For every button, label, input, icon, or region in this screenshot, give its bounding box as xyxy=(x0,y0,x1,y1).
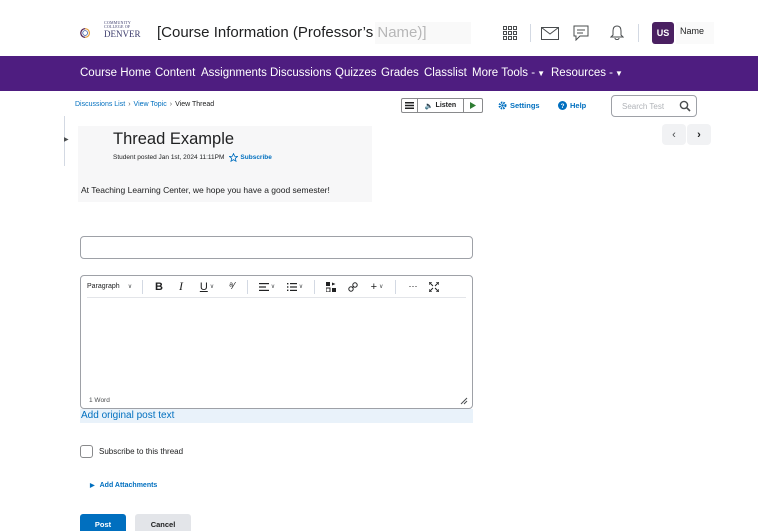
toolbar-divider xyxy=(395,279,396,294)
star-icon xyxy=(229,153,239,162)
subscribe-checkbox[interactable] xyxy=(80,445,93,458)
nav-more-tools-label: More Tools - xyxy=(472,67,536,79)
align-icon[interactable]: ∨ xyxy=(253,276,281,298)
toolbar-divider xyxy=(314,279,315,294)
previous-thread-button[interactable]: ‹ xyxy=(662,124,686,145)
header-divider xyxy=(638,24,639,42)
cancel-button[interactable]: Cancel xyxy=(135,514,191,531)
search-icon[interactable] xyxy=(679,100,691,112)
mail-icon[interactable] xyxy=(539,22,561,44)
editor-toolbar: Paragraph ∨ B I U ∨ ᵃ⁄ ∨ ∨ + ∨ ⋯ xyxy=(87,276,466,298)
thread-pager: ‹ › xyxy=(661,124,711,145)
chevron-down-icon: ∨ xyxy=(127,284,133,290)
thread-title: Thread Example xyxy=(113,130,235,148)
thread-author-date: Student posted Jan 1st, 2024 11:11PM xyxy=(113,154,225,161)
thread-meta: Student posted Jan 1st, 2024 11:11PM Sub… xyxy=(113,153,272,162)
nav-content[interactable]: Content xyxy=(155,67,195,79)
editor-hint: Add original post text xyxy=(80,409,473,423)
nav-discussions[interactable]: Discussions xyxy=(270,67,331,79)
breadcrumb: Discussions List › View Topic › View Thread xyxy=(75,101,214,108)
help-label: Help xyxy=(570,101,587,110)
link-icon[interactable] xyxy=(342,276,364,298)
post-button[interactable]: Post xyxy=(80,514,126,531)
subscribe-label: Subscribe xyxy=(240,154,272,161)
nav-course-home[interactable]: Course Home xyxy=(80,67,151,79)
bell-icon[interactable] xyxy=(606,22,628,44)
more-options-icon[interactable]: ⋯ xyxy=(401,276,425,298)
help-link[interactable]: ? Help xyxy=(558,101,586,110)
rich-text-editor[interactable]: Paragraph ∨ B I U ∨ ᵃ⁄ ∨ ∨ + ∨ ⋯ 1 Word xyxy=(80,275,473,409)
header-divider xyxy=(530,24,531,42)
menu-icon[interactable] xyxy=(402,99,418,112)
svg-text:?: ? xyxy=(561,103,565,110)
nav-resources[interactable]: Resources - ▼ xyxy=(551,67,623,79)
subscribe-link[interactable]: Subscribe xyxy=(229,153,272,162)
chevron-right-icon: › xyxy=(128,101,131,108)
user-avatar[interactable]: US xyxy=(652,22,674,44)
search-box[interactable]: Search Test xyxy=(611,95,697,117)
expand-panel-icon[interactable]: ▶ xyxy=(64,136,69,143)
text-color-icon[interactable]: ᵃ⁄ xyxy=(222,276,242,298)
grid-icon[interactable] xyxy=(499,22,521,44)
resize-handle-icon[interactable] xyxy=(460,397,468,405)
chevron-down-icon: ∨ xyxy=(298,284,304,290)
chevron-down-icon: ▼ xyxy=(537,69,545,78)
search-input[interactable]: Search Test xyxy=(622,102,664,111)
list-icon[interactable]: ∨ xyxy=(281,276,309,298)
user-name[interactable]: Name xyxy=(680,26,704,36)
nav-more-tools[interactable]: More Tools - ▼ xyxy=(472,67,545,79)
nav-assignments[interactable]: Assignments xyxy=(201,67,267,79)
breadcrumb-current: View Thread xyxy=(175,101,215,108)
chevron-right-icon: › xyxy=(169,101,173,108)
college-logo-text: COMMUNITY COLLEGE OF DENVER xyxy=(104,20,141,39)
underline-icon[interactable]: U ∨ xyxy=(192,276,222,298)
play-button[interactable] xyxy=(464,99,482,112)
insert-media-icon[interactable] xyxy=(320,276,342,298)
top-header: COMMUNITY COLLEGE OF DENVER [Course Info… xyxy=(0,0,758,56)
chevron-down-icon: ∨ xyxy=(209,284,215,290)
play-icon xyxy=(470,102,476,109)
fullscreen-icon[interactable] xyxy=(425,276,443,298)
thread-body: At Teaching Learning Center, we hope you… xyxy=(81,185,330,195)
title-highlight xyxy=(375,22,471,44)
word-count: 1 Word xyxy=(89,397,110,404)
subscribe-checkbox-label[interactable]: Subscribe to this thread xyxy=(99,447,183,456)
chevron-down-icon: ∨ xyxy=(379,284,384,290)
nav-classlist[interactable]: Classlist xyxy=(424,67,467,79)
course-navbar: Course Home Content Assignments Discussi… xyxy=(0,56,758,91)
nav-quizzes[interactable]: Quizzes xyxy=(335,67,377,79)
next-thread-button[interactable]: › xyxy=(687,124,711,145)
gear-icon xyxy=(498,101,507,110)
bold-icon[interactable]: B xyxy=(148,276,170,298)
listen-button[interactable]: 🔈 Listen xyxy=(418,99,464,112)
caret-right-icon: ▶ xyxy=(90,483,95,489)
speaker-icon: 🔈 xyxy=(424,102,434,110)
chat-icon[interactable] xyxy=(570,22,592,44)
format-dropdown[interactable]: Paragraph ∨ xyxy=(87,276,137,298)
breadcrumb-discussions-list[interactable]: Discussions List xyxy=(75,101,125,108)
help-icon: ? xyxy=(558,101,567,110)
chevron-down-icon: ▼ xyxy=(615,69,623,78)
listen-label: Listen xyxy=(435,102,457,109)
toolbar-divider xyxy=(142,279,143,294)
add-attachments-toggle[interactable]: ▶ Add Attachments xyxy=(90,482,157,489)
breadcrumb-view-topic[interactable]: View Topic xyxy=(134,101,167,108)
nav-resources-label: Resources - xyxy=(551,67,613,79)
settings-label: Settings xyxy=(510,101,540,110)
format-label: Paragraph xyxy=(87,283,120,290)
listen-toolbar: 🔈 Listen xyxy=(401,98,483,113)
college-logo[interactable] xyxy=(80,20,106,46)
italic-icon[interactable]: I xyxy=(170,276,192,298)
subject-input[interactable] xyxy=(80,236,473,259)
insert-plus-icon[interactable]: + ∨ xyxy=(364,276,390,298)
toolbar-divider xyxy=(247,279,248,294)
chevron-down-icon: ∨ xyxy=(270,284,276,290)
nav-grades[interactable]: Grades xyxy=(381,67,419,79)
settings-link[interactable]: Settings xyxy=(498,101,540,110)
add-attachments-label: Add Attachments xyxy=(99,482,158,489)
